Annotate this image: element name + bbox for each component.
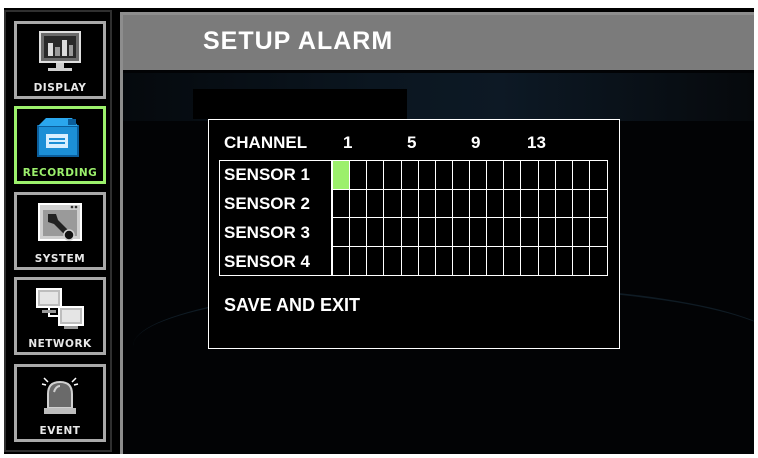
channel-checkbox[interactable] [435,218,453,247]
sensor-label: SENSOR 1 [224,165,310,184]
channel-checkbox[interactable] [333,246,351,275]
sidebar: DISPLAY RECORDING SYSTEM NETWORK EVENT [4,10,112,452]
sidebar-item-label: NETWORK [28,338,92,350]
channel-checkbox[interactable] [367,161,385,190]
alarm-siren-icon [41,377,79,414]
channel-checkbox[interactable] [418,189,436,218]
channel-checkbox[interactable] [538,161,556,190]
camera-icon [37,118,79,157]
sidebar-item-display[interactable]: DISPLAY [14,21,106,99]
channel-checkbox[interactable] [538,218,556,247]
channel-checkbox[interactable] [556,246,573,275]
sidebar-item-label: RECORDING [22,167,98,179]
channel-checkbox[interactable] [384,161,402,190]
channel-checkbox[interactable] [504,246,522,275]
channel-checkbox[interactable] [521,189,539,218]
channel-checkbox[interactable] [487,189,505,218]
channel-checkbox[interactable] [419,246,436,275]
sidebar-item-system[interactable]: SYSTEM [14,192,106,270]
sensor-label: SENSOR 4 [224,252,310,271]
channel-checkbox[interactable] [350,218,368,247]
channel-checkbox[interactable] [504,218,522,247]
wrench-icon [38,203,82,241]
page-title: SETUP ALARM [203,27,394,55]
channel-checkbox[interactable] [350,246,368,275]
channel-checkbox[interactable] [418,218,436,247]
sensor-label: SENSOR 2 [224,194,310,213]
channel-checkbox[interactable] [350,189,368,218]
channel-checkbox[interactable] [401,161,419,190]
channel-checkbox[interactable] [487,161,505,190]
channel-checkbox[interactable] [333,161,351,190]
sidebar-item-label: SYSTEM [34,253,86,265]
channel-checkbox[interactable] [367,246,385,275]
sidebar-item-label: DISPLAY [33,82,87,94]
sidebar-item-event[interactable]: EVENT [14,364,106,442]
channel-checkbox[interactable] [367,189,385,218]
channel-checkbox[interactable] [418,161,436,190]
channel-checkbox[interactable] [487,246,505,275]
sidebar-item-network[interactable]: NETWORK [14,277,106,355]
channel-checkbox[interactable] [538,189,556,218]
channel-checkbox[interactable] [436,246,453,275]
channel-checkbox[interactable] [573,246,590,275]
sidebar-item-recording[interactable]: RECORDING [14,106,106,184]
channel-checkbox[interactable] [333,189,351,218]
channel-checkbox[interactable] [470,246,488,275]
channel-checkbox[interactable] [504,189,522,218]
channel-label: CHANNEL [224,133,308,152]
channel-checkbox[interactable] [367,218,385,247]
network-icon [36,288,84,329]
channel-number: 1 [343,133,353,152]
channel-checkbox[interactable] [384,218,402,247]
channel-checkbox[interactable] [350,161,368,190]
channel-checkbox[interactable] [521,218,539,247]
channel-checkbox[interactable] [590,247,607,276]
channel-checkbox[interactable] [333,218,351,247]
channel-checkbox[interactable] [589,161,607,190]
channel-checkbox[interactable] [452,218,470,247]
save-and-exit-button[interactable]: SAVE AND EXIT [224,295,360,316]
channel-checkbox[interactable] [539,246,556,275]
main-panel: SETUP ALARM CHANNEL 1 5 9 13 SENSOR 1 SE… [120,12,754,454]
channel-checkbox[interactable] [401,189,419,218]
channel-checkbox[interactable] [555,161,573,190]
channel-checkbox[interactable] [435,161,453,190]
dvr-screen: DISPLAY RECORDING SYSTEM NETWORK EVENT S… [4,8,754,454]
channel-checkbox[interactable] [572,161,590,190]
channel-checkbox[interactable] [470,161,488,190]
channel-number: 5 [407,133,417,152]
title-bar: SETUP ALARM [123,15,754,70]
channel-checkbox[interactable] [470,189,488,218]
channel-number: 9 [471,133,481,152]
channel-checkbox[interactable] [452,161,470,190]
channel-checkbox[interactable] [572,218,590,247]
channel-checkbox[interactable] [384,189,402,218]
channel-checkbox[interactable] [435,189,453,218]
channel-checkbox[interactable] [504,161,522,190]
channel-checkbox[interactable] [572,189,590,218]
channel-checkbox[interactable] [521,246,539,275]
channel-checkbox[interactable] [452,189,470,218]
monitor-icon [39,31,81,71]
sensor-label: SENSOR 3 [224,223,310,242]
channel-sensor-grid [332,160,608,276]
channel-checkbox[interactable] [401,218,419,247]
channel-checkbox[interactable] [589,218,607,247]
alarm-setup-dialog: CHANNEL 1 5 9 13 SENSOR 1 SENSOR 2 SENSO… [208,119,620,349]
background-shadow [193,89,407,119]
channel-checkbox[interactable] [402,246,419,275]
channel-number: 13 [527,133,546,152]
sensor-list: SENSOR 1 SENSOR 2 SENSOR 3 SENSOR 4 [219,160,332,276]
channel-checkbox[interactable] [555,218,573,247]
channel-checkbox[interactable] [521,161,539,190]
channel-checkbox[interactable] [453,246,470,275]
channel-checkbox[interactable] [555,189,573,218]
channel-checkbox[interactable] [384,246,402,275]
sidebar-item-label: EVENT [39,425,81,437]
channel-checkbox[interactable] [487,218,505,247]
channel-checkbox[interactable] [470,218,488,247]
channel-checkbox[interactable] [589,190,607,218]
